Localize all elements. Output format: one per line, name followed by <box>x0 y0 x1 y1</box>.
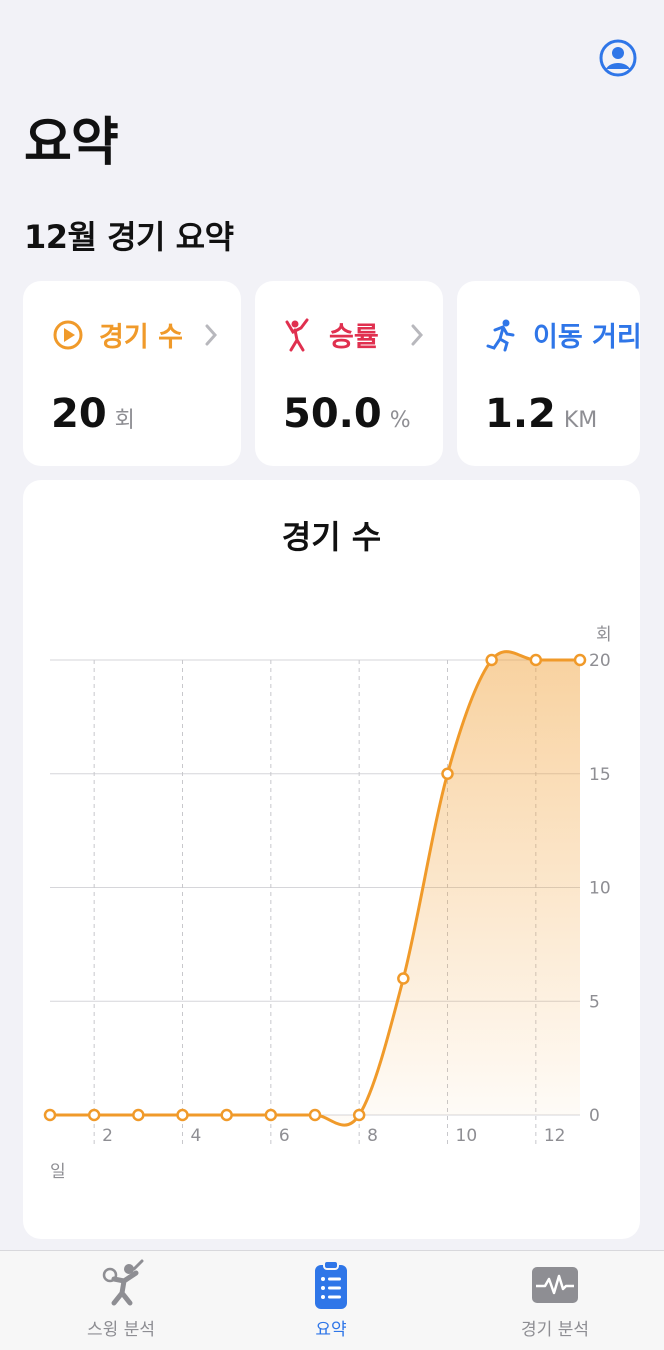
profile-button[interactable] <box>598 38 638 78</box>
games-count-label: 경기 수 <box>99 322 183 353</box>
data-point <box>485 653 498 667</box>
y-tick-label: 0 <box>589 1106 600 1126</box>
games-count-card[interactable]: 경기 수 20 회 <box>23 281 241 466</box>
clipboard-list-icon <box>315 1260 347 1309</box>
data-point <box>176 1108 189 1122</box>
data-point <box>132 1108 145 1122</box>
swing-player-icon <box>102 1259 144 1306</box>
x-tick-label: 2 <box>102 1126 113 1146</box>
celebrating-person-icon <box>285 318 309 351</box>
win-rate-value: 50.0 <box>283 391 382 437</box>
games-area-chart: 0 5 10 15 20 2 4 6 8 10 12 회 일 <box>43 625 612 1182</box>
tab-swing-analysis-label: 스윙 분석 <box>87 1320 155 1340</box>
waveform-monitor-icon <box>532 1267 578 1303</box>
tab-summary-label: 요약 <box>315 1320 347 1340</box>
distance-value: 1.2 <box>485 391 556 437</box>
x-tick-label: 4 <box>191 1126 202 1146</box>
running-person-icon <box>486 319 515 351</box>
page-title: 요약 <box>24 113 119 173</box>
y-tick-label: 15 <box>589 765 611 785</box>
person-circle-icon <box>599 39 637 77</box>
data-point <box>529 653 543 667</box>
games-chart-card: 경기 수 0 5 10 15 20 2 4 6 8 10 12 회 일 <box>23 480 640 1239</box>
chevron-right-icon <box>205 324 217 345</box>
data-point <box>220 1108 233 1122</box>
x-tick-label: 10 <box>456 1126 478 1146</box>
tab-game-analysis-label: 경기 분석 <box>521 1320 589 1340</box>
tab-summary[interactable]: 요약 <box>231 1259 431 1340</box>
distance-label: 이동 거리 <box>533 322 640 353</box>
y-axis-unit-label: 회 <box>596 625 612 645</box>
games-count-unit: 회 <box>114 408 135 433</box>
win-rate-card[interactable]: 승률 50.0 % <box>255 281 443 466</box>
data-point <box>43 1108 57 1122</box>
tab-game-analysis[interactable]: 경기 분석 <box>455 1259 655 1340</box>
data-point <box>441 767 454 780</box>
play-circle-icon <box>53 320 83 349</box>
area-fill <box>50 651 580 1126</box>
data-point <box>397 972 410 985</box>
x-tick-label: 8 <box>367 1126 378 1146</box>
win-rate-unit: % <box>389 408 411 433</box>
y-tick-label: 10 <box>589 879 611 899</box>
x-axis-unit-label: 일 <box>50 1162 66 1182</box>
tab-swing-analysis[interactable]: 스윙 분석 <box>21 1259 221 1340</box>
y-tick-label: 20 <box>589 651 611 671</box>
data-point <box>87 1108 101 1122</box>
games-count-value: 20 <box>51 391 107 437</box>
win-rate-label: 승률 <box>329 322 379 353</box>
x-tick-label: 6 <box>279 1126 290 1146</box>
y-tick-label: 5 <box>589 992 600 1012</box>
data-point <box>352 1108 366 1122</box>
data-point <box>308 1108 322 1122</box>
distance-unit: KM <box>563 408 598 433</box>
data-point <box>264 1108 278 1122</box>
tab-bar: 스윙 분석 요약 경기 분석 <box>0 1250 664 1350</box>
section-title: 12월 경기 요약 <box>24 218 234 256</box>
data-point <box>573 653 587 667</box>
chevron-right-icon <box>411 324 423 345</box>
distance-card[interactable]: 이동 거리 1.2 KM <box>457 281 640 466</box>
x-tick-label: 12 <box>544 1126 566 1146</box>
